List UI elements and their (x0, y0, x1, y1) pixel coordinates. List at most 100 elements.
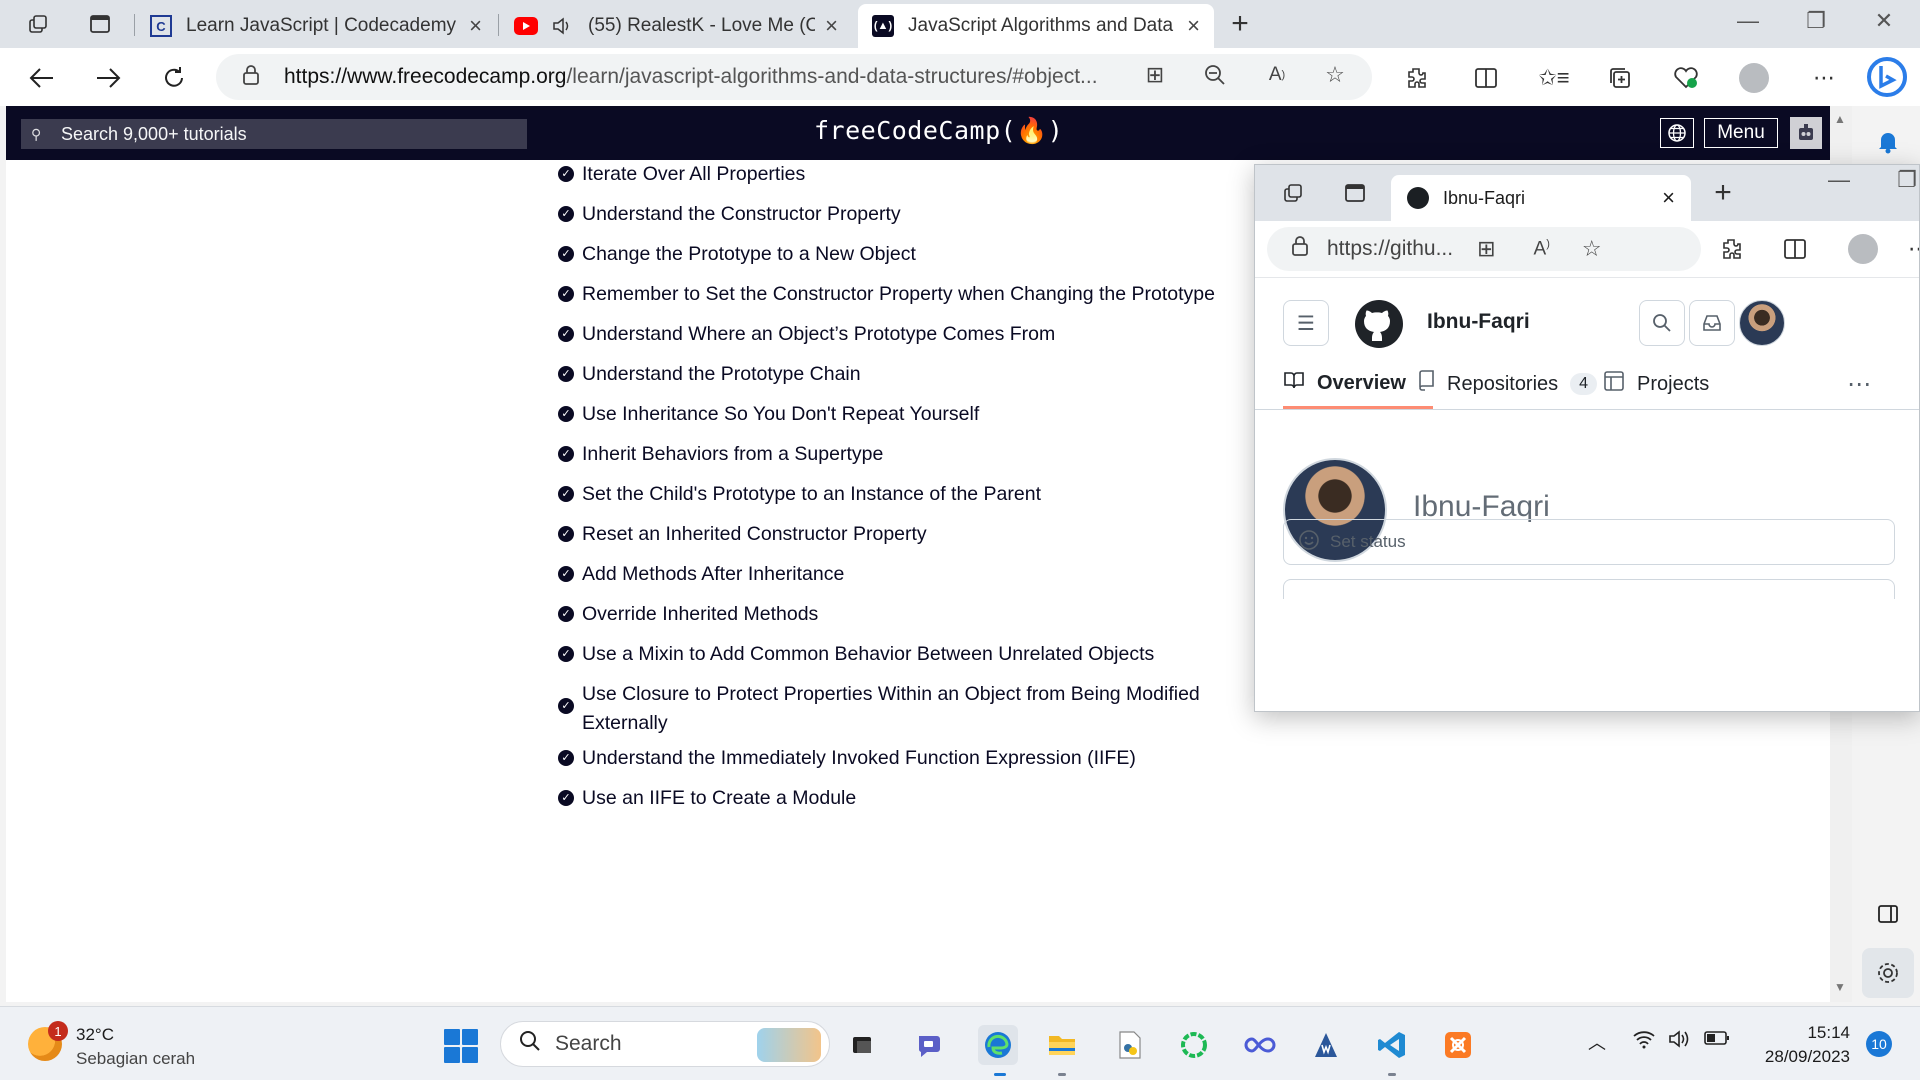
close-window-button[interactable]: ✕ (1864, 8, 1904, 34)
address-bar[interactable]: https://www.freecodecamp.org/learn/javas… (216, 54, 1372, 100)
close-tab-icon[interactable]: × (1187, 13, 1200, 39)
lesson-item[interactable]: ✓ Understand the Prototype Chain (558, 360, 1258, 389)
fcc-search-input[interactable]: ⚲ Search 9,000+ tutorials (21, 119, 527, 149)
favorites-icon[interactable]: ✩≡ (1538, 62, 1570, 94)
wifi-icon[interactable] (1632, 1029, 1656, 1055)
bing-copilot-icon[interactable] (1864, 54, 1910, 100)
infinity-app-icon[interactable] (1240, 1025, 1280, 1065)
new-tab-button[interactable]: + (1709, 176, 1737, 209)
lesson-item[interactable]: ✓ Inherit Behaviors from a Supertype (558, 440, 1258, 469)
system-clock[interactable]: 15:14 28/09/2023 (1740, 1021, 1850, 1069)
lock-icon[interactable] (1291, 235, 1309, 263)
split-screen-icon[interactable] (1470, 62, 1502, 94)
close-tab-icon[interactable]: × (1662, 185, 1675, 211)
lesson-item[interactable]: ✓ Change the Prototype to a New Object (558, 240, 1258, 269)
word-app-icon[interactable] (1306, 1025, 1346, 1065)
read-aloud-icon[interactable]: A) (1534, 238, 1550, 260)
teams-chat-icon[interactable] (910, 1025, 950, 1065)
lesson-item[interactable]: ✓ Use an IIFE to Create a Module (558, 784, 1258, 813)
read-aloud-icon[interactable]: A) (1262, 60, 1292, 90)
taskbar-search-box[interactable]: Search (500, 1021, 830, 1067)
more-tabs-icon[interactable]: ⋯ (1847, 370, 1871, 399)
minimize-button[interactable]: — (1819, 167, 1859, 193)
split-screen-icon[interactable] (1779, 233, 1811, 265)
scroll-up-arrow-icon[interactable]: ▲ (1834, 112, 1846, 126)
close-tab-icon[interactable]: × (825, 13, 838, 39)
scroll-down-arrow-icon[interactable]: ▼ (1834, 980, 1846, 994)
battery-icon[interactable] (1704, 1029, 1730, 1052)
lock-icon[interactable] (242, 64, 264, 91)
customize-gear-icon[interactable] (1862, 948, 1914, 998)
github-header-username[interactable]: Ibnu-Faqri (1427, 310, 1530, 334)
extensions-icon[interactable] (1400, 62, 1432, 94)
fcc-menu-button[interactable]: Menu (1704, 118, 1778, 148)
lesson-item[interactable]: ✓ Iterate Over All Properties (558, 160, 1258, 189)
profile-icon[interactable] (1847, 233, 1879, 265)
hamburger-menu-icon[interactable]: ☰ (1283, 300, 1329, 346)
app-available-icon[interactable]: ⊞ (1477, 236, 1495, 262)
tab-overview[interactable]: Overview (1283, 370, 1406, 396)
green-ring-app-icon[interactable] (1174, 1025, 1214, 1065)
fcc-user-avatar[interactable] (1790, 117, 1822, 149)
workspaces-icon[interactable] (1279, 179, 1307, 207)
lesson-item[interactable]: ✓ Override Inherited Methods (558, 600, 1258, 629)
tab-repositories[interactable]: Repositories 4 (1417, 370, 1598, 398)
lesson-item[interactable]: ✓ Understand Where an Object’s Prototype … (558, 320, 1258, 349)
vscode-icon[interactable] (1372, 1025, 1412, 1065)
zoom-icon[interactable] (1200, 60, 1230, 90)
inbox-icon[interactable] (1689, 300, 1735, 346)
lesson-item[interactable]: ✓ Add Methods After Inheritance (558, 560, 1258, 589)
browser-essentials-icon[interactable] (1670, 62, 1702, 94)
xampp-icon[interactable] (1438, 1025, 1478, 1065)
sidebar-layout-icon[interactable] (1870, 896, 1906, 932)
forward-button[interactable] (90, 60, 126, 96)
user-avatar-small[interactable] (1739, 300, 1785, 346)
tab-actions-icon[interactable] (86, 10, 114, 38)
lesson-item[interactable]: ✓ Use Closure to Protect Properties Withi… (558, 680, 1218, 738)
back-button[interactable] (24, 60, 60, 96)
weather-widget[interactable]: 1 32°C Sebagian cerah (28, 1021, 228, 1071)
set-status-button[interactable]: Set status (1283, 519, 1895, 565)
task-view-icon[interactable] (842, 1025, 882, 1065)
tab-actions-icon[interactable] (1341, 179, 1369, 207)
refresh-button[interactable] (156, 60, 192, 96)
extensions-icon[interactable] (1715, 233, 1747, 265)
speaker-icon[interactable] (552, 15, 574, 37)
language-globe-icon[interactable] (1660, 118, 1694, 148)
lesson-item[interactable]: ✓ Understand the Immediately Invoked Func… (558, 744, 1258, 773)
url-text[interactable]: https://www.freecodecamp.org/learn/javas… (284, 65, 1124, 89)
restore-button[interactable]: ❐ (1887, 167, 1919, 193)
lesson-item[interactable]: ✓ Set the Child's Prototype to an Instanc… (558, 480, 1258, 509)
lesson-item[interactable]: ✓ Reset an Inherited Constructor Property (558, 520, 1258, 549)
lesson-item[interactable]: ✓ Use a Mixin to Add Common Behavior Betw… (558, 640, 1258, 669)
popup-tab-github[interactable]: Ibnu-Faqri × (1391, 175, 1691, 221)
popup-address-bar[interactable]: https://githu... ⊞ A) ☆ (1267, 227, 1701, 271)
github-logo-icon[interactable] (1355, 300, 1403, 348)
favorite-star-icon[interactable]: ☆ (1582, 236, 1602, 262)
tab-youtube[interactable]: (55) RealestK - Love Me (Off × (500, 4, 852, 48)
file-explorer-icon[interactable] (1042, 1025, 1082, 1065)
lesson-item[interactable]: ✓ Remember to Set the Constructor Propert… (558, 280, 1258, 309)
tab-projects[interactable]: Projects (1603, 370, 1709, 398)
notification-count-badge[interactable]: 10 (1866, 1031, 1892, 1057)
lesson-item[interactable]: ✓ Use Inheritance So You Don't Repeat You… (558, 400, 1258, 429)
windows-start-icon[interactable] (444, 1029, 478, 1063)
show-hidden-icons-chevron[interactable]: ︿ (1588, 1029, 1606, 1055)
profile-icon[interactable] (1738, 62, 1770, 94)
app-available-icon[interactable]: ⊞ (1140, 60, 1170, 90)
collections-icon[interactable] (1604, 62, 1636, 94)
notification-bell-icon[interactable] (1870, 124, 1906, 160)
restore-button[interactable]: ❐ (1796, 8, 1836, 34)
python-file-icon[interactable] (1110, 1025, 1150, 1065)
new-tab-button[interactable]: + (1226, 7, 1254, 40)
settings-more-icon[interactable]: ⋯ (1903, 233, 1919, 265)
github-search-icon[interactable] (1639, 300, 1685, 346)
volume-icon[interactable] (1668, 1029, 1692, 1055)
fcc-logo[interactable]: freeCodeCamp(🔥) (814, 116, 1063, 146)
tab-freecodecamp[interactable]: (▲) JavaScript Algorithms and Data S × (858, 4, 1214, 48)
settings-more-icon[interactable]: ⋯ (1808, 62, 1840, 94)
minimize-button[interactable]: — (1728, 8, 1768, 34)
workspaces-icon[interactable] (24, 10, 52, 38)
close-tab-icon[interactable]: × (469, 13, 482, 39)
edge-taskbar-icon[interactable] (978, 1025, 1018, 1065)
